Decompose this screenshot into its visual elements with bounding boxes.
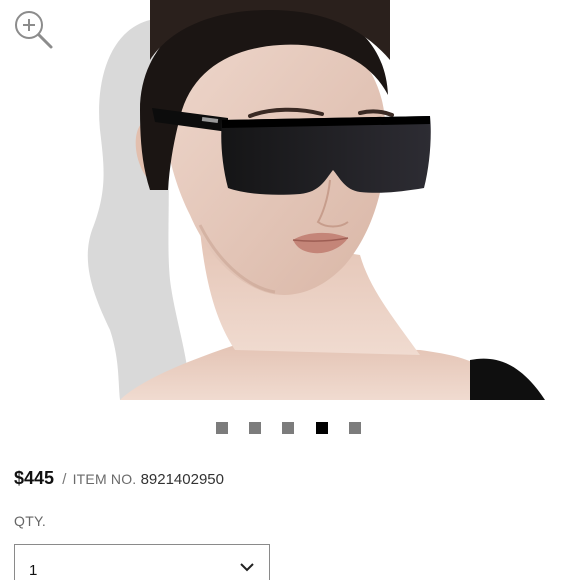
gallery-dot-1[interactable]: [216, 422, 228, 434]
price-row: $445 / ITEM NO. 8921402950: [14, 468, 224, 489]
gallery-dot-3[interactable]: [282, 422, 294, 434]
quantity-select[interactable]: 1: [14, 544, 270, 580]
gallery-pagination: [0, 422, 580, 436]
product-photo: [0, 0, 580, 400]
gallery-dot-4[interactable]: [316, 422, 328, 434]
gallery-dot-5[interactable]: [349, 422, 361, 434]
item-number-label: ITEM NO.: [72, 471, 137, 487]
zoom-in-icon[interactable]: [12, 8, 54, 50]
item-number: 8921402950: [140, 471, 224, 488]
quantity-label: QTY.: [14, 513, 47, 529]
product-price: $445: [14, 468, 55, 488]
chevron-down-icon: [240, 563, 254, 572]
price-separator: /: [62, 471, 67, 488]
product-page: $445 / ITEM NO. 8921402950 QTY. 1: [0, 0, 580, 580]
product-image[interactable]: [0, 0, 580, 400]
gallery-dot-2[interactable]: [249, 422, 261, 434]
quantity-value: 1: [29, 562, 38, 579]
